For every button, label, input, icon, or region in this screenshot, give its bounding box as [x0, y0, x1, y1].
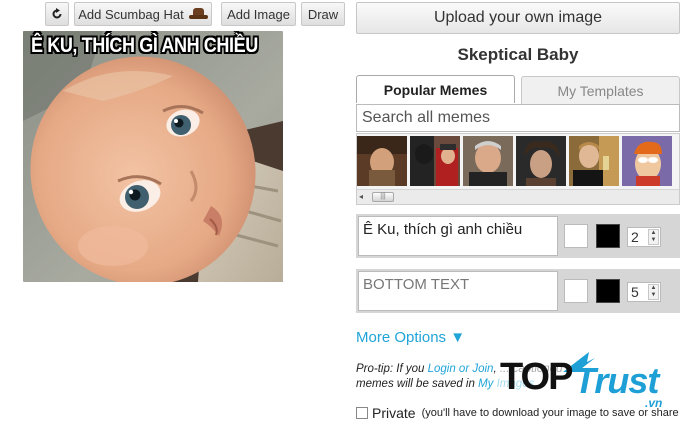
- stepper-arrows-icon[interactable]: ▲ ▼: [648, 229, 659, 245]
- toptrust-watermark-logo: TOP Trust .vn: [497, 346, 677, 414]
- stepper-arrows-icon[interactable]: ▲ ▼: [648, 284, 659, 300]
- rotate-button[interactable]: [45, 2, 69, 26]
- text-color-swatch[interactable]: [564, 279, 588, 303]
- outline-color-swatch[interactable]: [596, 279, 620, 303]
- meme-top-text[interactable]: Ê KU, THÍCH GÌ ANH CHIỀU: [31, 34, 258, 58]
- meme-thumbnail-strip: ◂ |||: [356, 133, 680, 205]
- add-image-button[interactable]: Add Image: [221, 2, 296, 26]
- private-option: Private (you'll have to download your im…: [356, 405, 679, 421]
- outline-color-swatch[interactable]: [596, 224, 620, 248]
- top-text-input[interactable]: [358, 216, 558, 256]
- tab-popular-memes[interactable]: Popular Memes: [356, 75, 515, 103]
- text-color-swatch[interactable]: [564, 224, 588, 248]
- scumbag-hat-icon: [188, 8, 208, 20]
- scroll-thumb[interactable]: |||: [372, 192, 394, 202]
- rotate-icon: [52, 8, 62, 19]
- meme-template-name: Skeptical Baby: [457, 45, 579, 64]
- draw-button[interactable]: Draw: [301, 2, 345, 26]
- font-size-stepper[interactable]: 2 ▲ ▼: [627, 227, 661, 247]
- add-scumbag-hat-button[interactable]: Add Scumbag Hat: [74, 2, 212, 26]
- font-size-value: 2: [631, 229, 639, 245]
- font-size-value: 5: [631, 284, 639, 300]
- bottom-text-input[interactable]: [358, 271, 558, 311]
- pro-tip-prefix: Pro-tip: If you: [356, 363, 428, 375]
- meme-image[interactable]: Ê KU, THÍCH GÌ ANH CHIỀU: [23, 31, 283, 282]
- meme-thumb-ancient-aliens[interactable]: [516, 136, 566, 186]
- logo-top-text: TOP: [500, 356, 573, 398]
- private-checkbox[interactable]: [356, 407, 368, 419]
- more-options-link[interactable]: More Options ▼: [356, 329, 465, 346]
- upload-image-button[interactable]: Upload your own image: [356, 2, 680, 34]
- login-join-link[interactable]: Login or Join: [428, 363, 494, 375]
- tab-my-templates[interactable]: My Templates: [521, 76, 680, 104]
- font-size-stepper[interactable]: 5 ▲ ▼: [627, 282, 661, 302]
- meme-thumb-batman-slapping-robin[interactable]: [410, 136, 460, 186]
- scroll-left-arrow-icon[interactable]: ◂: [359, 192, 368, 202]
- private-note: (you'll have to download your image to s…: [421, 407, 679, 419]
- top-text-row: 2 ▲▼: [356, 214, 680, 258]
- meme-thumb-most-interesting-man[interactable]: [463, 136, 513, 186]
- skeptical-baby-photo: [23, 31, 283, 282]
- add-scumbag-hat-label: Add Scumbag Hat: [78, 6, 184, 22]
- meme-thumb-leonardo-dicaprio-cheers[interactable]: [569, 136, 619, 186]
- meme-thumb-one-does-not-simply[interactable]: [357, 136, 407, 186]
- private-label: Private: [372, 405, 416, 421]
- search-memes-input[interactable]: [356, 104, 680, 132]
- thumbnail-scrollbar[interactable]: ◂ |||: [357, 189, 679, 204]
- bottom-text-row: 5 ▲▼: [356, 269, 680, 313]
- meme-thumb-futurama-fry[interactable]: [622, 136, 672, 186]
